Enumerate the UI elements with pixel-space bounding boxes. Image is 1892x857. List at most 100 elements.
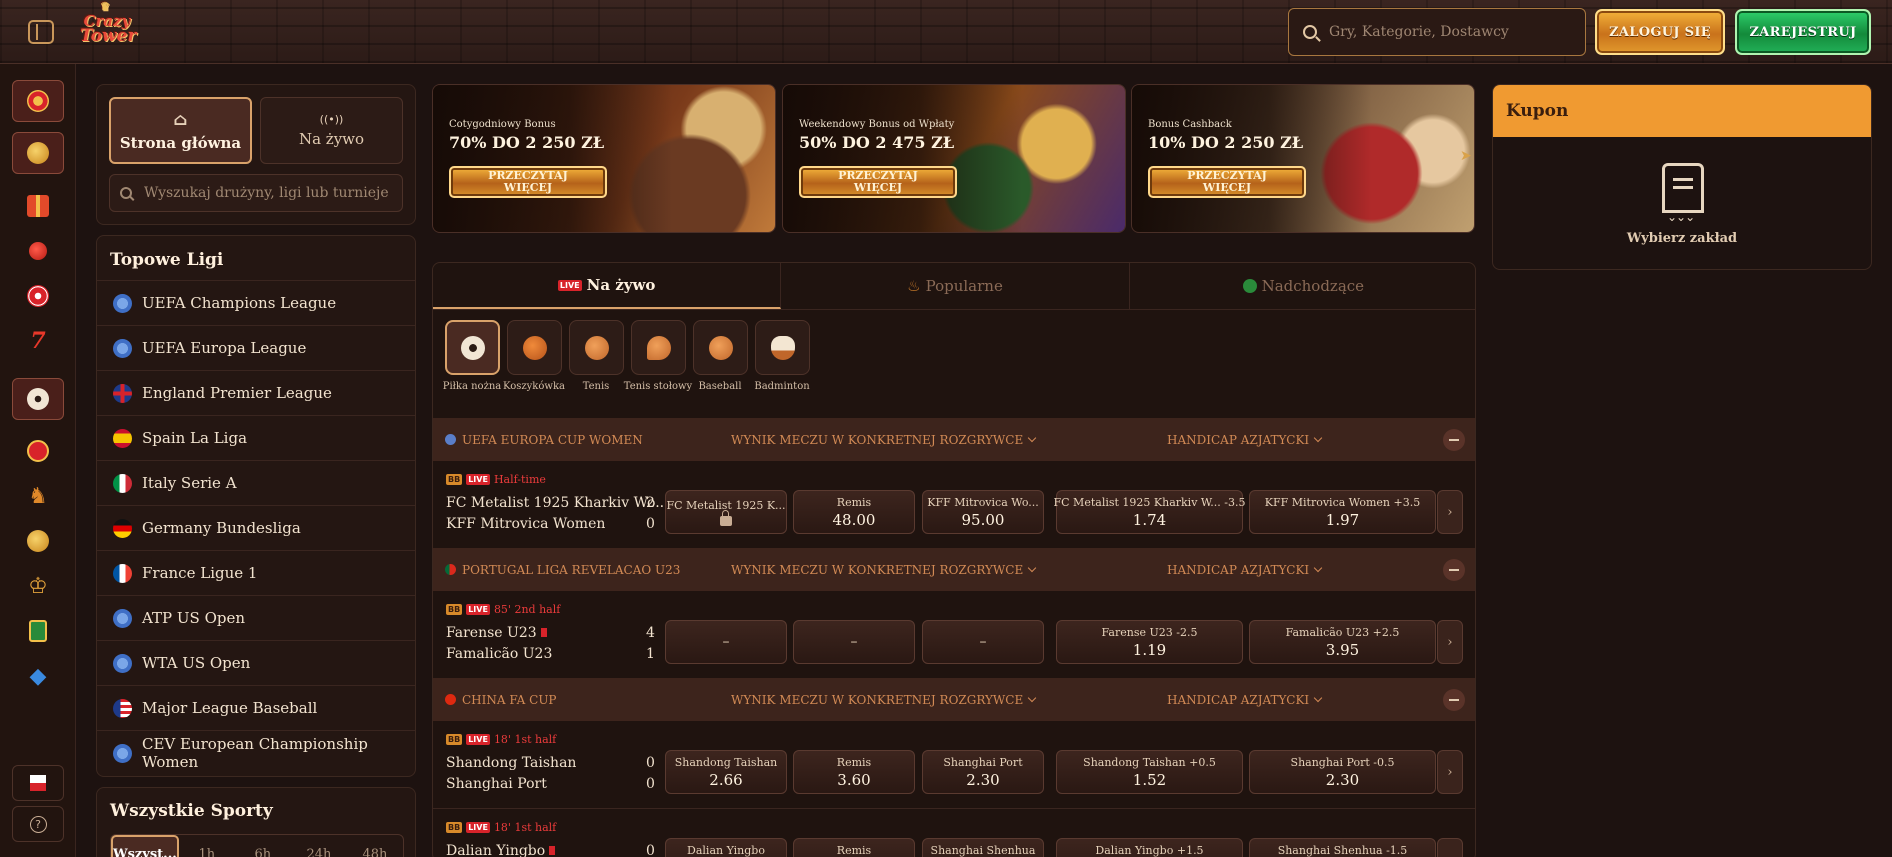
collapse-icon[interactable]: [1443, 558, 1465, 581]
more-markets-button[interactable]: ›: [1437, 750, 1463, 794]
time-filter-all[interactable]: Wszyst...: [111, 835, 179, 857]
sport-football[interactable]: [445, 320, 500, 375]
promo-banner[interactable]: Bonus Cashback 10% DO 2 250 ZŁ PRZECZYTA…: [1131, 84, 1475, 233]
live-icon[interactable]: [12, 430, 64, 472]
cherry-icon[interactable]: [12, 230, 64, 272]
league-item[interactable]: UEFA Champions League: [97, 280, 415, 325]
tab-home[interactable]: ⌂ Strona główna: [109, 97, 252, 164]
odd-home[interactable]: Shandong Taishan 2.66: [665, 750, 787, 794]
league-item[interactable]: France Ligue 1: [97, 550, 415, 595]
casino-icon[interactable]: [12, 80, 64, 122]
time-filter-24h[interactable]: 24h: [291, 835, 347, 857]
promo-banner[interactable]: Weekendowy Bonus od Wpłaty 50% DO 2 475 …: [782, 84, 1126, 233]
odd-handicap-away[interactable]: KFF Mitrovica Women +3.5 1.97: [1249, 490, 1436, 534]
game-search-input[interactable]: [1329, 24, 1569, 40]
lottery-icon[interactable]: [12, 132, 64, 174]
away-team[interactable]: Shanghai Port: [446, 776, 547, 792]
time-filter-1h[interactable]: 1h: [179, 835, 235, 857]
league-item[interactable]: Germany Bundesliga: [97, 505, 415, 550]
sport-table-tennis[interactable]: [631, 320, 686, 375]
site-logo[interactable]: Crazy Tower: [80, 2, 136, 56]
collapse-icon[interactable]: [1443, 428, 1465, 451]
login-button[interactable]: ZALOGUJ SIĘ: [1595, 9, 1725, 55]
competition-header[interactable]: PORTUGAL LIGA REVELACAO U23 WYNIK MECZU …: [433, 548, 1475, 591]
odd-away[interactable]: –: [922, 620, 1044, 664]
competition-header[interactable]: UEFA EUROPA CUP WOMEN WYNIK MECZU W KONK…: [433, 418, 1475, 461]
card-icon[interactable]: [12, 610, 64, 652]
odd-handicap-away[interactable]: Shanghai Shenhua -1.5: [1249, 838, 1436, 857]
help-button[interactable]: ?: [12, 806, 64, 842]
more-markets-button[interactable]: ›: [1437, 620, 1463, 664]
market-1-header[interactable]: WYNIK MECZU W KONKRETNEJ ROZGRYWCE: [731, 433, 1037, 447]
sport-tennis[interactable]: [569, 320, 624, 375]
home-team[interactable]: FC Metalist 1925 Kharkiv Wo...: [446, 495, 669, 511]
league-item[interactable]: CEV European Championship Women: [97, 730, 415, 775]
sport-baseball[interactable]: [693, 320, 748, 375]
sports-search-input[interactable]: [144, 185, 394, 201]
league-item[interactable]: Italy Serie A: [97, 460, 415, 505]
away-team[interactable]: KFF Mitrovica Women: [446, 516, 605, 532]
read-more-button[interactable]: PRZECZYTAJ WIĘCEJ: [1148, 166, 1306, 198]
market-2-header[interactable]: HANDICAP AZJATYCKI: [1167, 693, 1323, 707]
odd-handicap-home[interactable]: Shandong Taishan +0.5 1.52: [1056, 750, 1243, 794]
roulette-icon[interactable]: [12, 275, 64, 317]
seven-icon[interactable]: 7: [12, 320, 64, 362]
league-item[interactable]: ATP US Open: [97, 595, 415, 640]
market-2-header[interactable]: HANDICAP AZJATYCKI: [1167, 563, 1323, 577]
odd-draw[interactable]: –: [793, 620, 915, 664]
odd-draw[interactable]: Remis 3.60: [793, 750, 915, 794]
home-team[interactable]: Farense U23: [446, 625, 547, 641]
odd-home[interactable]: –: [665, 620, 787, 664]
odd-handicap-home[interactable]: Dalian Yingbo +1.5: [1056, 838, 1243, 857]
odd-away[interactable]: KFF Mitrovica Wo... 95.00: [922, 490, 1044, 534]
read-more-button[interactable]: PRZECZYTAJ WIĘCEJ: [799, 166, 957, 198]
bonus-icon[interactable]: [12, 520, 64, 562]
odd-handicap-away[interactable]: Shanghai Port -0.5 2.30: [1249, 750, 1436, 794]
league-item[interactable]: Spain La Liga: [97, 415, 415, 460]
sidebar-toggle-icon[interactable]: [28, 20, 54, 44]
next-banner-icon[interactable]: ➤: [1460, 148, 1472, 164]
away-team[interactable]: Famalicão U23: [446, 646, 552, 662]
odd-home[interactable]: FC Metalist 1925 K...: [665, 490, 787, 534]
odd-handicap-home[interactable]: FC Metalist 1925 Kharkiv W... -3.5 1.74: [1054, 490, 1246, 534]
sport-badminton[interactable]: [755, 320, 810, 375]
sports-search[interactable]: [109, 174, 403, 212]
competition-header[interactable]: CHINA FA CUP WYNIK MECZU W KONKRETNEJ RO…: [433, 678, 1475, 721]
language-selector[interactable]: [12, 765, 64, 801]
league-item[interactable]: England Premier League: [97, 370, 415, 415]
league-item[interactable]: UEFA Europa League: [97, 325, 415, 370]
time-filter-48h[interactable]: 48h: [347, 835, 403, 857]
chess-knight-icon[interactable]: ♞: [12, 475, 64, 517]
league-item[interactable]: Major League Baseball: [97, 685, 415, 730]
market-2-header[interactable]: HANDICAP AZJATYCKI: [1167, 433, 1323, 447]
home-team[interactable]: Dalian Yingbo: [446, 843, 556, 857]
odd-draw[interactable]: Remis: [793, 838, 915, 857]
collapse-icon[interactable]: [1443, 688, 1465, 711]
market-1-header[interactable]: WYNIK MECZU W KONKRETNEJ ROZGRYWCE: [731, 693, 1037, 707]
promo-banner[interactable]: Cotygodniowy Bonus 70% DO 2 250 ZŁ PRZEC…: [432, 84, 776, 233]
football-icon[interactable]: [12, 378, 64, 420]
sport-basketball[interactable]: [507, 320, 562, 375]
more-markets-button[interactable]: ›: [1437, 490, 1463, 534]
odd-home[interactable]: Dalian Yingbo: [665, 838, 787, 857]
market-1-header[interactable]: WYNIK MECZU W KONKRETNEJ ROZGRYWCE: [731, 563, 1037, 577]
time-filter-6h[interactable]: 6h: [235, 835, 291, 857]
tab-live[interactable]: ((•)) Na żywo: [260, 97, 403, 164]
tab-live-now[interactable]: LIVE Na żywo: [433, 263, 782, 309]
more-markets-button[interactable]: ›: [1437, 838, 1463, 857]
read-more-button[interactable]: PRZECZYTAJ WIĘCEJ: [449, 166, 607, 198]
odd-handicap-home[interactable]: Farense U23 -2.5 1.19: [1056, 620, 1243, 664]
diamond-icon[interactable]: ◆: [12, 655, 64, 697]
register-button[interactable]: ZAREJESTRUJ: [1735, 9, 1871, 55]
game-search[interactable]: [1288, 8, 1586, 56]
tab-upcoming[interactable]: Nadchodzące: [1130, 263, 1475, 309]
league-item[interactable]: WTA US Open: [97, 640, 415, 685]
odd-away[interactable]: Shanghai Shenhua: [922, 838, 1044, 857]
trophy-icon[interactable]: ♔: [12, 565, 64, 607]
gift-icon[interactable]: [12, 185, 64, 227]
odd-handicap-away[interactable]: Famalicão U23 +2.5 3.95: [1249, 620, 1436, 664]
tab-popular[interactable]: ♨ Popularne: [781, 263, 1130, 309]
home-team[interactable]: Shandong Taishan: [446, 755, 576, 771]
odd-away[interactable]: Shanghai Port 2.30: [922, 750, 1044, 794]
odd-draw[interactable]: Remis 48.00: [793, 490, 915, 534]
